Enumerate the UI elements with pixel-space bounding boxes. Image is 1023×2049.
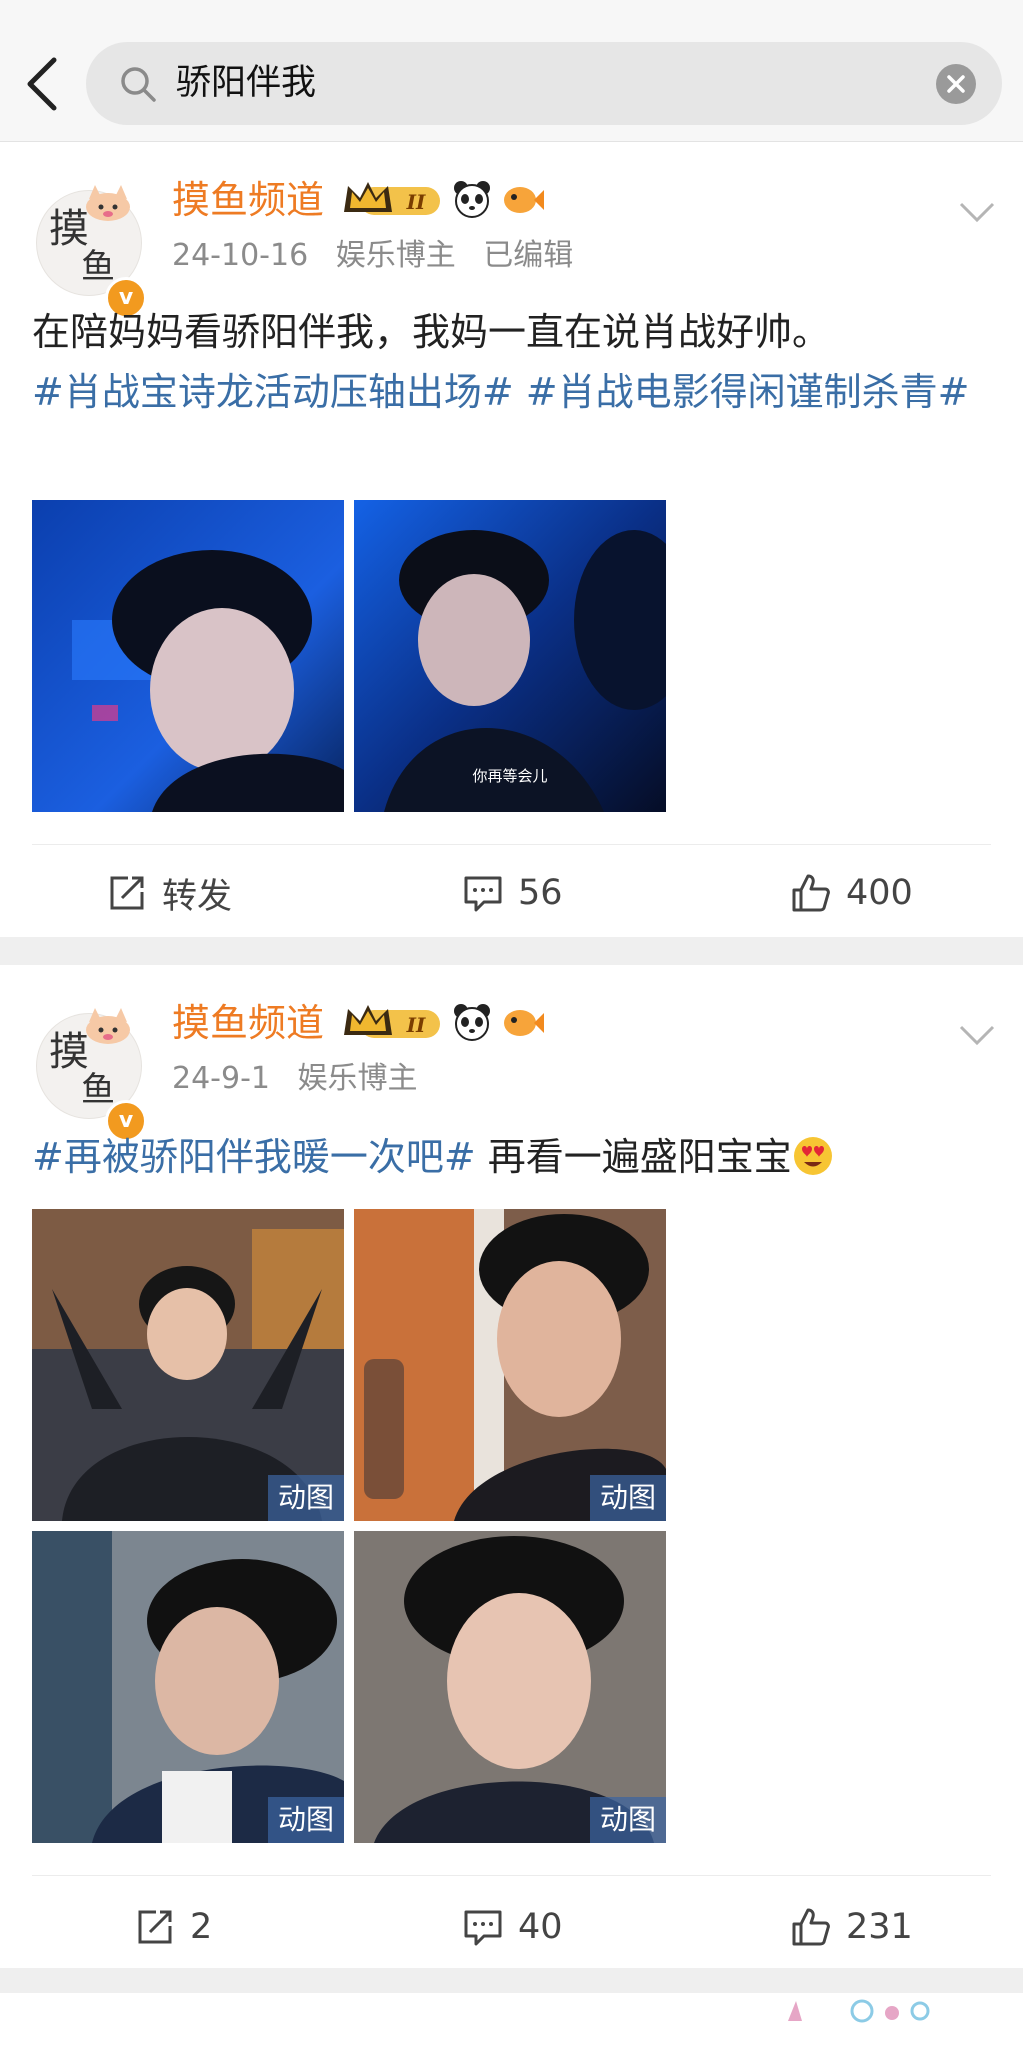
post-meta: 24-10-16 娱乐博主 已编辑	[172, 236, 591, 276]
divider	[32, 1875, 991, 1876]
comment-button[interactable]: 56	[462, 868, 563, 918]
avatar-glyph: 摸	[49, 206, 89, 252]
like-button[interactable]: 400	[790, 868, 913, 918]
post-image[interactable]: 你再等会儿	[354, 500, 666, 812]
panda-badge-icon	[454, 1004, 490, 1041]
post-card: 摸 鱼 v 摸鱼频道 II 24-9-1 娱乐博主 #再被骄阳伴我暖一次吧# 再…	[0, 965, 1023, 1968]
crown-level: II	[406, 190, 426, 214]
comment-count: 56	[518, 873, 563, 913]
sticker-decoration-icon	[788, 1999, 930, 2023]
like-icon	[792, 874, 830, 912]
cat-sticker-icon	[86, 185, 130, 221]
post-date: 24-9-1	[172, 1061, 270, 1096]
gif-image[interactable]: 动图	[32, 1531, 344, 1843]
search-header: 骄阳伴我	[0, 0, 1023, 142]
like-icon	[792, 1908, 830, 1946]
gif-image[interactable]: 动图	[354, 1531, 666, 1843]
heart-eyes-emoji-icon	[793, 1137, 832, 1175]
repost-label: 转发	[162, 876, 233, 917]
avatar-glyph: 鱼	[81, 1070, 115, 1110]
crown-level: II	[406, 1013, 426, 1037]
comment-button[interactable]: 40	[462, 1902, 563, 1952]
panda-badge-icon	[454, 181, 490, 218]
post-image[interactable]	[32, 500, 344, 812]
search-input[interactable]: 骄阳伴我	[86, 42, 1002, 125]
username[interactable]: 摸鱼频道	[172, 999, 324, 1047]
gif-image[interactable]: 动图	[32, 1209, 344, 1521]
post-date: 24-10-16	[172, 238, 309, 273]
repost-button[interactable]: 2	[134, 1902, 212, 1952]
avatar-glyph: 鱼	[81, 247, 115, 287]
edited-label: 已编辑	[483, 238, 574, 273]
chevron-down-icon[interactable]	[957, 198, 997, 226]
avatar[interactable]: 摸 鱼 v	[36, 185, 147, 319]
post-meta: 24-9-1 娱乐博主	[172, 1059, 436, 1099]
gif-badge: 动图	[589, 1475, 666, 1521]
clear-icon[interactable]	[936, 64, 976, 104]
gif-badge: 动图	[267, 1475, 344, 1521]
hashtag-link[interactable]: #肖战电影得闲谨制杀青#	[526, 370, 970, 414]
crown-badge-icon: II	[344, 1005, 440, 1038]
crown-badge-icon: II	[344, 182, 440, 215]
back-arrow-icon[interactable]	[18, 52, 68, 116]
repost-button[interactable]: 转发	[106, 868, 232, 918]
fish-badge-icon	[504, 1010, 544, 1036]
divider	[32, 844, 991, 845]
hashtag-link[interactable]: #再被骄阳伴我暖一次吧#	[32, 1135, 476, 1179]
like-count: 400	[846, 873, 913, 913]
repost-count: 2	[190, 1907, 213, 1947]
post-card: 摸 鱼 v 摸鱼频道 II 24-10-16 娱乐博主 已编辑 在陪妈妈看骄阳伴…	[0, 142, 1023, 937]
post-text: 再看一遍盛阳宝宝	[475, 1135, 792, 1179]
cat-sticker-icon	[86, 1008, 130, 1044]
comment-icon	[464, 876, 502, 912]
gif-badge: 动图	[589, 1797, 666, 1843]
gif-image[interactable]: 动图	[354, 1209, 666, 1521]
post-body: 在陪妈妈看骄阳伴我，我妈一直在说肖战好帅。 #肖战宝诗龙活动压轴出场# #肖战电…	[32, 302, 993, 422]
repost-icon	[110, 876, 144, 910]
post-card-partial	[0, 1993, 1023, 2049]
post-body: #再被骄阳伴我暖一次吧# 再看一遍盛阳宝宝	[32, 1127, 993, 1187]
post-category: 娱乐博主	[335, 238, 456, 273]
avatar[interactable]: 摸 鱼 v	[36, 1008, 147, 1142]
fish-badge-icon	[504, 187, 544, 213]
search-icon	[121, 67, 156, 102]
post-text: 在陪妈妈看骄阳伴我，我妈一直在说肖战好帅。	[32, 310, 831, 354]
avatar-glyph: 摸	[49, 1029, 89, 1075]
hashtag-link[interactable]: #肖战宝诗龙活动压轴出场#	[32, 370, 514, 414]
post-category: 娱乐博主	[297, 1061, 418, 1096]
search-query[interactable]: 骄阳伴我	[176, 60, 316, 106]
video-subtitle: 你再等会儿	[472, 767, 548, 785]
gif-badge: 动图	[267, 1797, 344, 1843]
repost-icon	[138, 1910, 172, 1944]
comment-count: 40	[518, 1907, 563, 1947]
like-count: 231	[846, 1907, 913, 1947]
username[interactable]: 摸鱼频道	[172, 176, 324, 224]
chevron-down-icon[interactable]	[957, 1021, 997, 1049]
comment-icon	[464, 1910, 502, 1946]
like-button[interactable]: 231	[790, 1902, 913, 1952]
